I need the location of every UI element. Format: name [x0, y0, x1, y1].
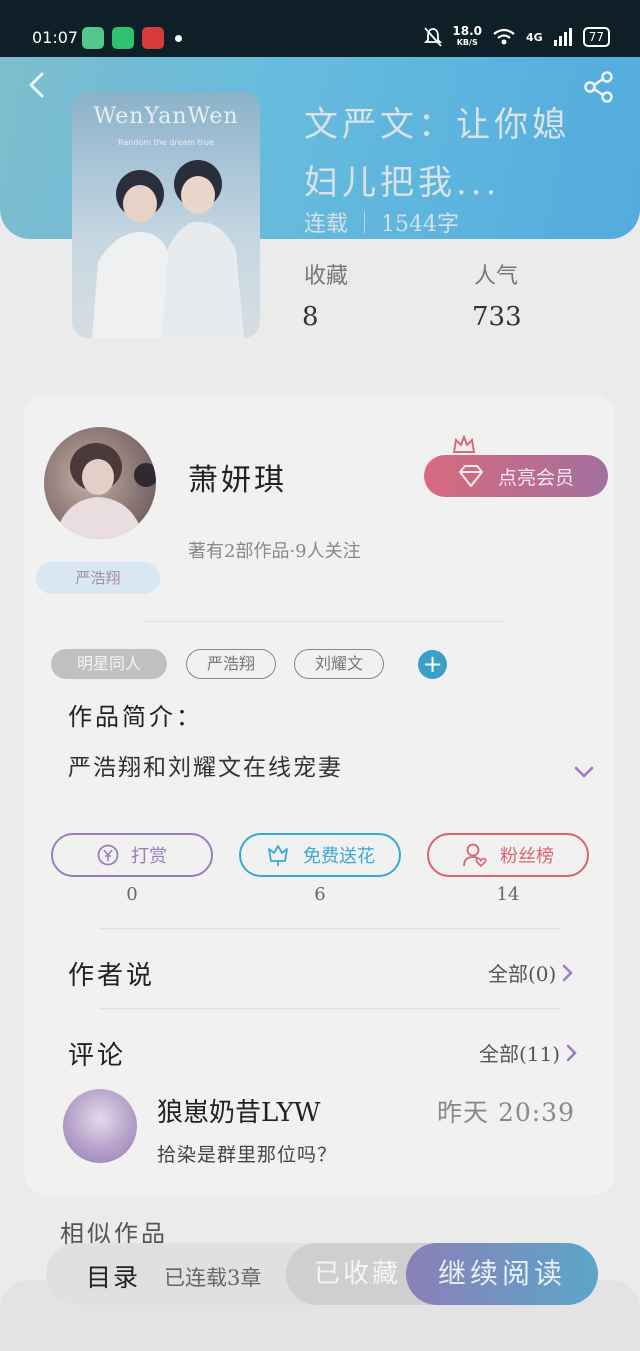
favorites-count: 8: [302, 302, 319, 332]
commenter-name[interactable]: 狼崽奶昔LYW: [157, 1092, 321, 1129]
intro-text: 严浩翔和刘耀文在线宠妻: [68, 755, 343, 781]
notification-dot-icon: [175, 35, 182, 42]
author-says-title: 作者说: [68, 961, 156, 991]
intro-label: 作品简介：: [68, 703, 203, 731]
app-notification-icon: [112, 27, 134, 49]
fan-icon: [463, 843, 487, 868]
signal-icon: [553, 28, 572, 46]
comments-more-link[interactable]: 全部(11): [479, 1038, 578, 1067]
status-icons: 18.0 KB/S 4G 77: [424, 24, 610, 48]
divider: [100, 1008, 560, 1009]
network-speed: 18.0 KB/S: [452, 24, 483, 47]
battery-icon: 77: [582, 27, 610, 47]
diamond-icon: [458, 465, 484, 487]
favorites-label: 收藏: [304, 264, 349, 289]
chevron-down-icon[interactable]: [573, 764, 595, 780]
fan-ranking-button[interactable]: 粉丝榜: [427, 833, 589, 877]
crown-icon: [452, 434, 476, 453]
app-notification-icon: [142, 27, 164, 49]
divider: [100, 928, 560, 929]
author-says-more-label: 全部(0): [488, 962, 557, 986]
popularity-label: 人气: [474, 264, 519, 289]
comments-title: 评论: [68, 1041, 127, 1071]
chevron-right-icon: [566, 1044, 577, 1061]
fan-ranking-label: 粉丝榜: [500, 846, 554, 867]
popularity-count: 733: [472, 302, 522, 332]
author-says-more-link[interactable]: 全部(0): [488, 958, 574, 987]
author-badge: 严浩翔: [36, 562, 160, 594]
author-meta: 著有2部作品·9人关注: [188, 541, 361, 562]
divider: [144, 621, 504, 622]
avatar-image: [54, 443, 156, 539]
mute-bell-icon: [424, 27, 443, 47]
status-divider: [364, 211, 366, 233]
author-avatar[interactable]: [44, 427, 156, 539]
serial-status: 连载: [304, 212, 349, 237]
add-tag-button[interactable]: +: [418, 650, 447, 679]
book-title: 文严文：让你媳妇儿把我...: [304, 105, 570, 203]
word-count: 1544字: [381, 212, 460, 237]
comment-time: 昨天 20:39: [437, 1098, 575, 1127]
back-arrow-icon[interactable]: [22, 70, 52, 100]
tag-character[interactable]: 刘耀文: [294, 649, 384, 679]
author-name[interactable]: 萧妍琪: [188, 455, 287, 499]
app-notification-icon: [82, 27, 104, 49]
status-time: 01:07: [32, 28, 79, 47]
vip-button-label: 点亮会员: [497, 466, 574, 489]
cover-illustration: [92, 160, 244, 338]
comment-text[interactable]: 拾染是群里那位吗？: [157, 1140, 337, 1167]
flower-icon: [268, 845, 288, 866]
tag-genre[interactable]: 明星同人: [51, 649, 167, 679]
continue-reading-button[interactable]: 继续阅读: [406, 1243, 598, 1305]
comments-more-label: 全部(11): [479, 1042, 561, 1066]
book-status-row: 连载 1544字: [304, 206, 459, 238]
tag-character[interactable]: 严浩翔: [186, 649, 276, 679]
fan-count: 14: [496, 884, 520, 905]
send-flower-label: 免费送花: [303, 846, 375, 867]
send-flower-button[interactable]: 免费送花: [239, 833, 401, 877]
book-cover[interactable]: WenYanWen Random the dream true: [72, 92, 260, 338]
wifi-icon: [493, 28, 515, 45]
serial-info: 已连载3章: [164, 1266, 262, 1290]
network-type: 4G: [526, 30, 543, 44]
tip-button[interactable]: 打赏: [51, 833, 213, 877]
chevron-right-icon: [563, 964, 574, 981]
vip-button[interactable]: 点亮会员: [424, 455, 608, 497]
tip-count: 0: [126, 884, 138, 905]
catalog-button[interactable]: 目录: [86, 1258, 140, 1294]
flower-count: 6: [314, 884, 326, 905]
yen-icon: [97, 844, 119, 866]
commenter-avatar[interactable]: [63, 1089, 137, 1163]
tip-label: 打赏: [131, 846, 167, 867]
status-bar: 01:07 18.0 KB/S 4G 77: [0, 0, 640, 57]
